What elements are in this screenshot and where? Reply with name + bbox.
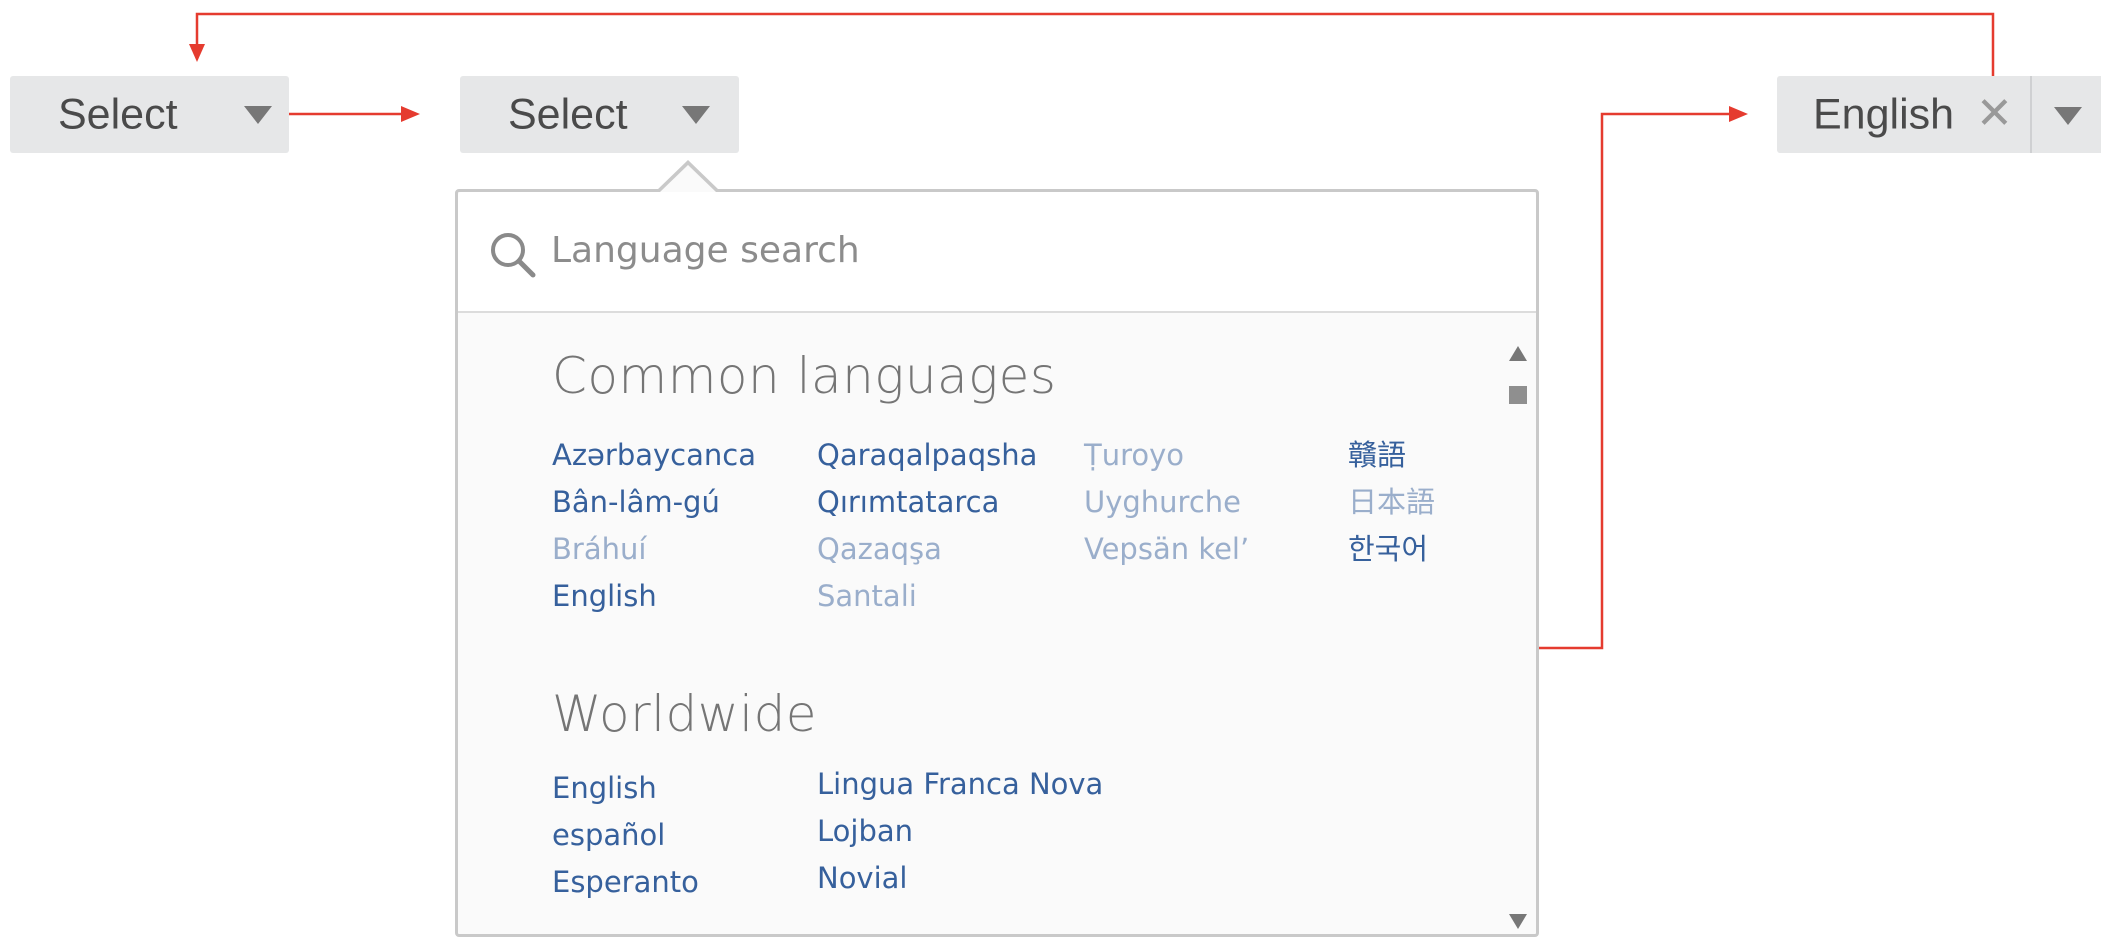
- language-option[interactable]: Lojban: [817, 813, 913, 849]
- section-title-common: Common languages: [552, 347, 1057, 405]
- close-icon[interactable]: ✕: [1976, 88, 2013, 140]
- language-option[interactable]: Bráhuí: [552, 531, 646, 567]
- language-dropdown-panel: Common languages Worldwide Azərbaycanca B…: [455, 189, 1539, 937]
- language-option[interactable]: Novial: [817, 860, 907, 896]
- language-option[interactable]: 한국어: [1348, 531, 1428, 567]
- language-option[interactable]: 日本語: [1348, 484, 1435, 520]
- section-title-worldwide: Worldwide: [552, 685, 818, 743]
- language-option[interactable]: español: [552, 817, 665, 853]
- selected-language-label: English: [1813, 90, 1955, 138]
- select-button-selected[interactable]: English ✕: [1777, 76, 2101, 153]
- language-option[interactable]: Esperanto: [552, 864, 699, 900]
- chevron-down-icon[interactable]: [244, 106, 272, 124]
- select-button-closed[interactable]: Select: [10, 76, 289, 153]
- scroll-down-icon[interactable]: [1509, 914, 1527, 929]
- language-option[interactable]: Qaraqalpaqsha: [817, 437, 1037, 473]
- scrollbar-thumb[interactable]: [1509, 386, 1527, 404]
- search-bar: [458, 192, 1536, 313]
- select-label: Select: [58, 90, 178, 138]
- language-option[interactable]: Qırımtatarca: [817, 484, 999, 520]
- button-divider: [2030, 76, 2032, 153]
- panel-pointer-fill: [660, 165, 716, 192]
- connector-arrowhead-result: [1729, 106, 1748, 122]
- language-option[interactable]: Vepsän kel’: [1084, 531, 1249, 567]
- connector-clear-to-reset: [195, 12, 1995, 85]
- scroll-up-icon[interactable]: [1509, 346, 1527, 361]
- language-option[interactable]: English: [552, 770, 657, 806]
- select-label: Select: [508, 90, 628, 138]
- language-option[interactable]: Azərbaycanca: [552, 437, 756, 473]
- language-option[interactable]: English: [552, 578, 657, 614]
- language-option[interactable]: Qazaqşa: [817, 531, 942, 567]
- search-icon: [488, 230, 538, 285]
- language-option[interactable]: Uyghurche: [1084, 484, 1241, 520]
- connector-arrowhead-open: [401, 106, 420, 122]
- chevron-down-icon[interactable]: [682, 106, 710, 124]
- connector-arrowhead-reset: [189, 44, 205, 62]
- language-option[interactable]: Bân-lâm-gú: [552, 484, 720, 520]
- language-option[interactable]: Ṭuroyo: [1084, 437, 1184, 473]
- chevron-down-icon[interactable]: [2054, 107, 2082, 125]
- language-option[interactable]: Lingua Franca Nova: [817, 766, 1103, 802]
- language-option[interactable]: 贛語: [1348, 437, 1406, 473]
- select-button-open[interactable]: Select: [460, 76, 739, 153]
- language-option[interactable]: Santali: [817, 578, 917, 614]
- language-search-input[interactable]: [551, 220, 1451, 280]
